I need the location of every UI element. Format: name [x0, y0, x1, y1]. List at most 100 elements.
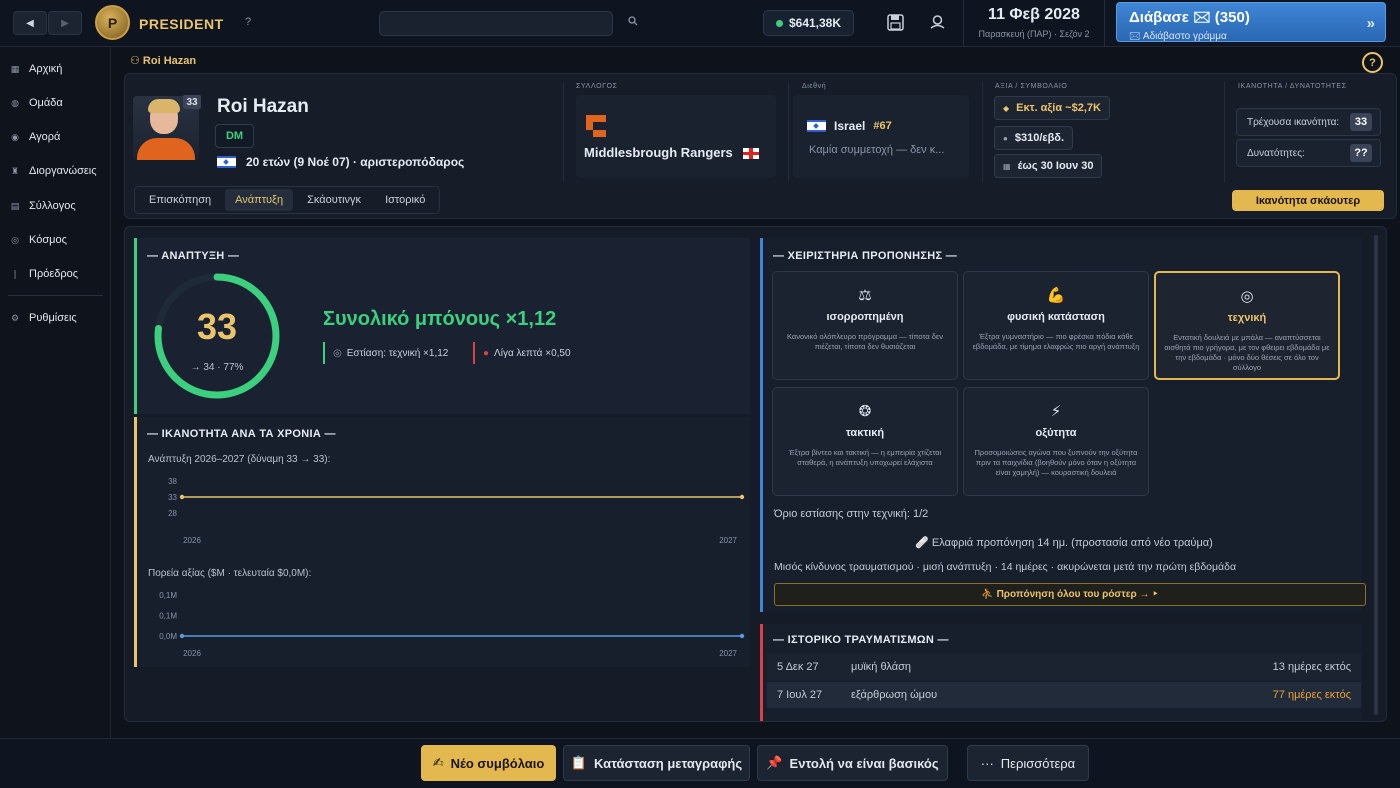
training-card-tactics[interactable]: ❂ τακτική Έξτρα βίντεο και τακτική — η ε… [772, 387, 958, 496]
sidebar-item-president[interactable]: ❘ Πρόεδρος [10, 268, 78, 280]
current-ability-box: Τρέχουσα ικανότητα: 33 [1236, 108, 1381, 136]
search-icon[interactable] [628, 16, 638, 29]
injury-risk-text: Μισός κίνδυνος τραυματισμού · μισή ανάπτ… [774, 561, 1237, 573]
transfer-status-button[interactable]: 📋 Κατάσταση μεταγραφής [563, 745, 750, 781]
starter-order-button[interactable]: 📌 Εντολή να είναι βασικός [757, 745, 948, 781]
y-tick-label: 0,1M [159, 612, 177, 621]
x-tick-label: 2026 [183, 536, 201, 545]
minutes-factor: ● Λίγα λεπτά ×0,50 [473, 342, 571, 364]
y-tick-label: 28 [168, 509, 177, 518]
sidebar-divider [8, 295, 103, 296]
breadcrumb[interactable]: ⚇ Roi Hazan [130, 54, 196, 67]
wage-chip: ● $310/εβδ. [994, 126, 1074, 150]
target-icon: ◎ [1240, 288, 1254, 305]
tab-overview[interactable]: Επισκόπηση [139, 189, 221, 211]
training-card-balanced[interactable]: ⚖ ισορροπημένη Κανονικό ολόπλευρο πρόγρα… [772, 271, 958, 380]
sidebar-item-market[interactable]: ◉ Αγορά [10, 131, 60, 143]
value-chart-label: Πορεία αξίας ($M · τελευταία $0,0M): [148, 568, 312, 579]
tab-scouting[interactable]: Σκάουτινγκ [297, 189, 371, 211]
tab-history[interactable]: Ιστορικό [375, 189, 435, 211]
training-card-technique[interactable]: ◎ τεχνική Εντατική δουλειά με μπάλα — αν… [1154, 271, 1340, 380]
scrollbar[interactable] [1374, 235, 1378, 715]
position-badge: DM [215, 124, 254, 148]
total-bonus: Συνολικό μπόνους ×1,12 [323, 308, 557, 330]
back-arrow-icon: ◀ [26, 17, 34, 29]
user-icon: ⚇ [130, 55, 143, 67]
development-chart: 38 33 28 2026 2027 [168, 477, 745, 545]
back-button[interactable]: ◀ [13, 11, 47, 35]
club-card[interactable]: Middlesbrough Rangers [576, 95, 776, 178]
club-header: ΣΥΛΛΟΓΟΣ [576, 83, 618, 90]
current-date: 11 Φεβ 2028 [988, 6, 1080, 23]
column-divider [788, 82, 789, 182]
help-button[interactable]: ? [1362, 52, 1383, 73]
player-age-foot: 20 ετών (9 Νοέ 07) · αριστεροπόδαρος [246, 155, 465, 169]
estimated-value-chip: ◆ Εκτ. αξία ~$2,7K [994, 96, 1110, 120]
save-icon[interactable] [887, 14, 904, 36]
forward-button[interactable]: ▶ [48, 11, 82, 35]
home-icon: ▦ [10, 63, 20, 74]
advance-day-icon[interactable] [929, 14, 946, 36]
read-mail-button[interactable]: Διάβασε 🖂 (350) 🖂 Αδιάβαστο γράμμα » [1116, 2, 1386, 42]
player-info: 20 ετών (9 Νοέ 07) · αριστεροπόδαρος [217, 155, 464, 169]
search-input[interactable] [379, 11, 613, 36]
club-name[interactable]: Middlesbrough Rangers [584, 145, 759, 160]
help-icon[interactable]: ? [245, 16, 251, 28]
sidebar-item-team[interactable]: ◍ Ομάδα [10, 97, 63, 109]
data-point [739, 633, 745, 639]
tag-icon: ◆ [1003, 103, 1010, 113]
brain-icon: ❂ [858, 403, 872, 420]
focus-limit-text: Όριο εστίασης στην τεχνική: 1/2 [774, 508, 929, 520]
red-dot-icon: ● [483, 347, 490, 359]
settings-icon: ⚙ [10, 312, 20, 323]
ability-years-panel: — ΙΚΑΝΟΤΗΤΑ ΑΝΑ ΤΑ ΧΡΟΝΙΑ — Ανάπτυξη 202… [134, 417, 750, 667]
sidebar-item-world[interactable]: ◎ Κόσμος [10, 234, 67, 246]
ability-projection: → 34 · 77% [190, 362, 244, 373]
y-tick-label: 0,0M [159, 632, 177, 641]
more-button[interactable]: ··· Περισσότερα [967, 745, 1089, 781]
data-point [179, 633, 185, 639]
column-divider [982, 82, 983, 182]
balance-display: $641,38K [763, 10, 854, 36]
column-divider [1224, 82, 1225, 182]
forward-arrow-icon: ▶ [61, 17, 69, 29]
clipboard-icon: 📋 [570, 755, 588, 770]
ability-header: ΙΚΑΝΟΤΗΤΑ / ΔΥΝΑΤΟΤΗΤΕΣ [1238, 83, 1347, 90]
development-title: — ΑΝΑΠΤΥΞΗ — [147, 250, 240, 262]
training-card-sharpness[interactable]: ⚡ οξύτητα Προσομοιώσεις αγώνα που ξυπνού… [963, 387, 1149, 496]
sidebar-item-home[interactable]: ▦ Αρχική [10, 63, 63, 75]
light-training-toggle[interactable]: 🩹 Ελαφριά προπόνηση 14 ημ. (προστασία απ… [763, 536, 1365, 549]
y-tick-label: 33 [168, 493, 177, 502]
sidebar-item-settings[interactable]: ⚙ Ρυθμίσεις [10, 312, 77, 324]
mail-subtitle: 🖂 Αδιάβαστο γράμμα [1129, 31, 1227, 42]
player-header-card: 33 Roi Hazan DM 20 ετών (9 Νοέ 07) · αρι… [124, 73, 1397, 219]
injury-history-title: — ΙΣΤΟΡΙΚΟ ΤΡΑΥΜΑΤΙΣΜΩΝ — [773, 634, 949, 646]
sidebar-item-competitions[interactable]: ♜ Διοργανώσεις [10, 165, 97, 177]
scout-ability-button[interactable]: Ικανότητα σκάουτερ [1232, 190, 1384, 211]
sidebar: ▦ Αρχική ◍ Ομάδα ◉ Αγορά ♜ Διοργανώσεις ▤ Σύλ… [0, 47, 111, 738]
x-tick-label: 2027 [719, 536, 737, 545]
date-panel: 11 Φεβ 2028 Παρασκευή (ΠΑΡ) · Σεζόν 2 [963, 0, 1105, 47]
sidebar-item-club[interactable]: ▤ Σύλλογος [10, 200, 76, 212]
target-icon: ◎ [333, 347, 342, 359]
nation-row: Israel #67 [807, 119, 892, 133]
new-contract-button[interactable]: ✍ Νέο συμβόλαιο [421, 745, 556, 781]
potential-value: ?? [1350, 144, 1372, 162]
train-whole-roster-button[interactable]: ⛹ Προπόνηση όλου του ρόστερ → ‣ [774, 583, 1366, 606]
double-chevron-icon: » [1366, 15, 1375, 32]
tab-development[interactable]: Ανάπτυξη [225, 189, 294, 211]
column-divider [563, 82, 564, 182]
calendar-icon: ▦ [1003, 161, 1011, 171]
team-icon: ◍ [11, 97, 19, 108]
israel-flag-icon [217, 156, 236, 168]
injury-row: 5 Δεκ 27 μυϊκή θλάση 13 ημέρες εκτός [767, 654, 1361, 680]
player-tabs: Επισκόπηση Ανάπτυξη Σκάουτινγκ Ιστορικό [134, 186, 440, 214]
training-card-fitness[interactable]: 💪 φυσική κατάσταση Έξτρα γυμναστήριο — π… [963, 271, 1149, 380]
international-card: Israel #67 Καμία συμμετοχή — δεν κ... [793, 95, 969, 178]
top-bar: ◀ ▶ P PRESIDENT ? $641,38K 11 Φεβ 2028 Π… [0, 0, 1400, 47]
balance-status-dot [775, 19, 783, 27]
balance-icon: ⚖ [858, 287, 872, 304]
balance-amount: $641,38K [788, 16, 842, 30]
value-chart: 0,1M 0,1M 0,0M 2026 2027 [159, 591, 745, 658]
current-ability-value: 33 [1350, 113, 1372, 131]
